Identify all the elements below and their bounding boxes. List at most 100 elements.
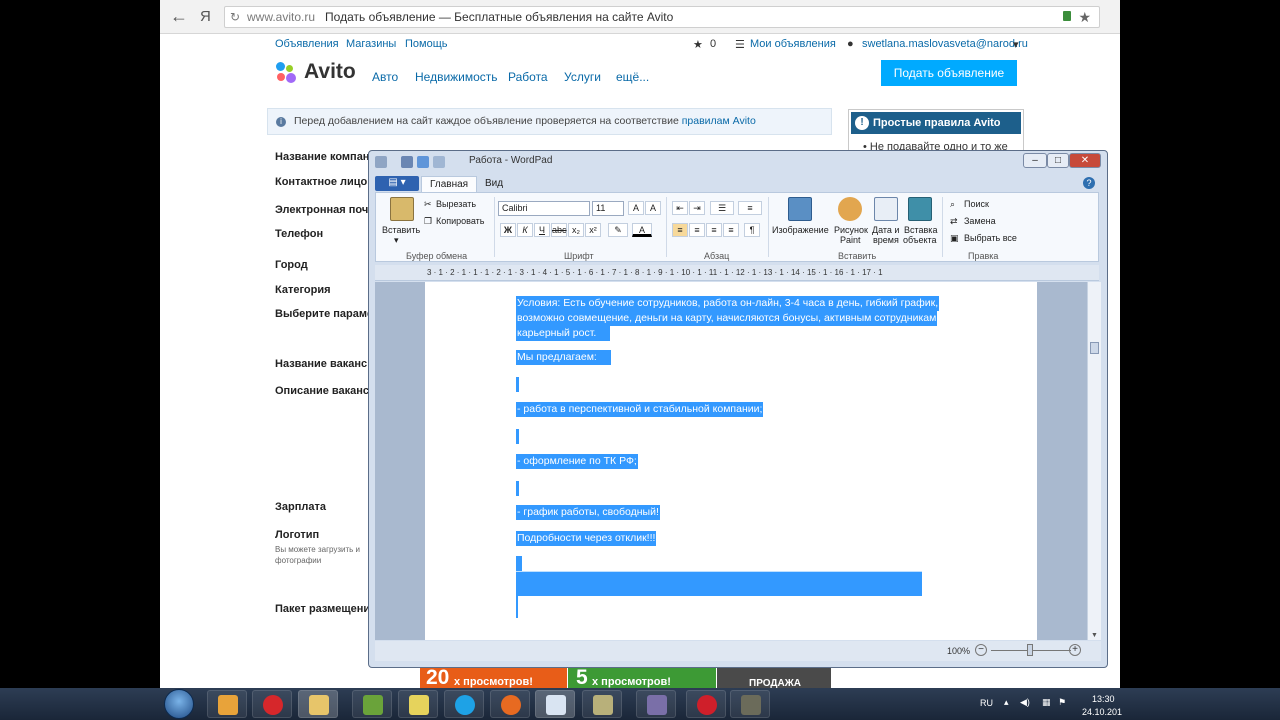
justify-icon[interactable]: ≡ <box>723 223 739 237</box>
insert-object-label-2[interactable]: объекта <box>903 235 937 245</box>
zoom-slider-handle[interactable] <box>1027 644 1033 656</box>
close-button[interactable]: ✕ <box>1069 153 1101 168</box>
line-spacing-icon[interactable]: ≡ <box>738 201 762 215</box>
network-icon[interactable]: ▦ <box>1042 697 1051 708</box>
scrollbar-thumb[interactable] <box>1090 342 1099 354</box>
top-link-help[interactable]: Помощь <box>405 38 448 50</box>
decrease-indent-icon[interactable]: ⇤ <box>672 201 688 215</box>
copy-icon[interactable]: ❐ <box>424 216 432 227</box>
nav-auto[interactable]: Авто <box>372 70 398 84</box>
strikethrough-button[interactable]: abc <box>551 223 567 237</box>
subscript-button[interactable]: x₂ <box>568 223 584 237</box>
paint-label-2[interactable]: Paint <box>840 235 861 245</box>
find-button[interactable]: Поиск <box>964 199 989 209</box>
clock-time[interactable]: 13:30 <box>1092 694 1115 704</box>
taskbar-wordpad[interactable] <box>535 690 575 718</box>
wordpad-app-icon[interactable] <box>375 156 387 168</box>
nav-services[interactable]: Услуги <box>564 70 601 84</box>
document-page[interactable]: Условия: Есть обучение сотрудников, рабо… <box>425 282 1037 640</box>
image-icon[interactable] <box>788 197 812 221</box>
bullets-icon[interactable]: ☰ <box>710 201 734 215</box>
top-link-shops[interactable]: Магазины <box>346 38 396 50</box>
bold-button[interactable]: Ж <box>500 223 516 237</box>
save-icon[interactable] <box>401 156 413 168</box>
insert-object-label-1[interactable]: Вставка <box>904 225 937 235</box>
font-color-icon[interactable]: A <box>632 223 652 237</box>
paste-icon[interactable] <box>390 197 414 221</box>
italic-button[interactable]: К <box>517 223 533 237</box>
scissors-icon[interactable]: ✂ <box>424 199 432 210</box>
insert-object-icon[interactable] <box>908 197 932 221</box>
replace-button[interactable]: Замена <box>964 216 996 226</box>
user-menu-chevron-icon[interactable]: ▾ <box>1013 38 1019 51</box>
package-views-5[interactable]: 5 х просмотров! <box>568 666 716 688</box>
undo-icon[interactable] <box>417 156 429 168</box>
taskbar-app-archive[interactable] <box>582 690 622 718</box>
taskbar-opera[interactable] <box>686 690 726 718</box>
taskbar-firefox[interactable] <box>490 690 530 718</box>
align-right-icon[interactable]: ≡ <box>706 223 722 237</box>
align-left-icon[interactable]: ≡ <box>672 223 688 237</box>
increase-indent-icon[interactable]: ⇥ <box>689 201 705 215</box>
replace-icon[interactable]: ⇄ <box>950 216 958 227</box>
align-center-icon[interactable]: ≡ <box>689 223 705 237</box>
wordpad-title-bar[interactable]: Работа - WordPad – □ ✕ <box>369 151 1107 173</box>
vertical-scrollbar[interactable]: ▼ <box>1087 282 1101 640</box>
user-email[interactable]: swetlana.maslovasveta@narod.ru <box>862 38 1028 50</box>
redo-icon[interactable] <box>433 156 445 168</box>
ruler[interactable]: 3 · 1 · 2 · 1 · 1 · 1 · 2 · 1 · 3 · 1 · … <box>375 265 1099 281</box>
scroll-down-arrow-icon[interactable]: ▼ <box>1091 632 1098 639</box>
grow-font-icon[interactable]: A <box>628 201 644 215</box>
zoom-in-icon[interactable]: + <box>1069 644 1081 656</box>
volume-icon[interactable]: ◀) <box>1020 697 1030 708</box>
paint-label-1[interactable]: Рисунок <box>834 225 868 235</box>
taskbar-explorer[interactable] <box>298 690 338 718</box>
help-icon[interactable]: ? <box>1083 177 1095 189</box>
start-button[interactable] <box>164 689 194 719</box>
maximize-button[interactable]: □ <box>1047 153 1069 168</box>
file-menu-button[interactable]: ▤ ▾ <box>375 176 419 191</box>
tray-chevron-icon[interactable]: ▴ <box>1004 697 1009 708</box>
bookmark-star-icon[interactable]: ★ <box>1078 7 1091 27</box>
action-center-flag-icon[interactable]: ⚑ <box>1058 697 1066 708</box>
url-field[interactable]: ↻ www.avito.ru Подать объявление — Беспл… <box>224 6 1100 28</box>
minimize-button[interactable]: – <box>1023 153 1047 168</box>
cut-button[interactable]: Вырезать <box>436 199 476 209</box>
font-size-select[interactable]: 11 <box>592 201 624 216</box>
font-name-select[interactable]: Calibri <box>498 201 590 216</box>
post-ad-button[interactable]: Подать объявление <box>881 60 1017 86</box>
rules-link[interactable]: правилам Avito <box>682 115 756 127</box>
nav-realty[interactable]: Недвижимость <box>415 70 498 84</box>
insert-image-button[interactable]: Изображение <box>772 225 829 235</box>
highlight-icon[interactable]: ✎ <box>608 223 628 237</box>
taskbar-skype[interactable] <box>444 690 484 718</box>
taskbar-media-player[interactable] <box>207 690 247 718</box>
reload-icon[interactable]: ↻ <box>230 7 240 27</box>
zoom-out-icon[interactable]: − <box>975 644 987 656</box>
copy-button[interactable]: Копировать <box>436 216 484 226</box>
clock-date[interactable]: 24.10.201 <box>1082 707 1122 717</box>
select-all-icon[interactable]: ▣ <box>950 233 959 244</box>
datetime-label-1[interactable]: Дата и <box>872 225 899 235</box>
my-ads-link[interactable]: Мои объявления <box>750 38 836 50</box>
paint-icon[interactable] <box>838 197 862 221</box>
underline-button[interactable]: Ч <box>534 223 550 237</box>
package-sale[interactable]: ПРОДАЖА <box>717 666 831 688</box>
back-arrow-icon[interactable]: ← <box>170 6 188 27</box>
package-views-20[interactable]: 20 х просмотров! <box>420 666 567 688</box>
nav-jobs[interactable]: Работа <box>508 70 548 84</box>
calendar-icon[interactable] <box>874 197 898 221</box>
superscript-button[interactable]: x² <box>585 223 601 237</box>
find-icon[interactable]: ⌕ <box>950 199 955 210</box>
shrink-font-icon[interactable]: A <box>645 201 661 215</box>
nav-more[interactable]: ещё... <box>616 70 649 84</box>
top-link-ads[interactable]: Объявления <box>275 38 339 50</box>
favorites-star-icon[interactable]: ★ <box>693 38 703 51</box>
taskbar-app-flag[interactable] <box>636 690 676 718</box>
input-language[interactable]: RU <box>980 698 993 708</box>
paste-chevron-icon[interactable]: ▾ <box>394 235 399 246</box>
datetime-label-2[interactable]: время <box>873 235 899 245</box>
taskbar-app-tools[interactable] <box>730 690 770 718</box>
yandex-button[interactable]: Я <box>200 8 211 25</box>
paste-label[interactable]: Вставить <box>382 225 420 235</box>
